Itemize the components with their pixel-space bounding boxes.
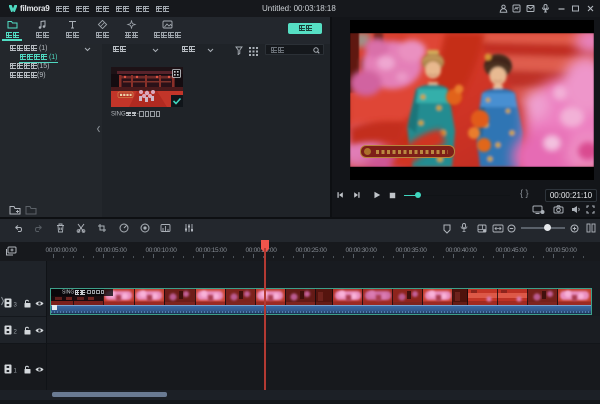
svg-text:2: 2 xyxy=(14,330,18,336)
svg-text:3: 3 xyxy=(14,303,18,309)
svg-text:1: 1 xyxy=(14,369,18,375)
